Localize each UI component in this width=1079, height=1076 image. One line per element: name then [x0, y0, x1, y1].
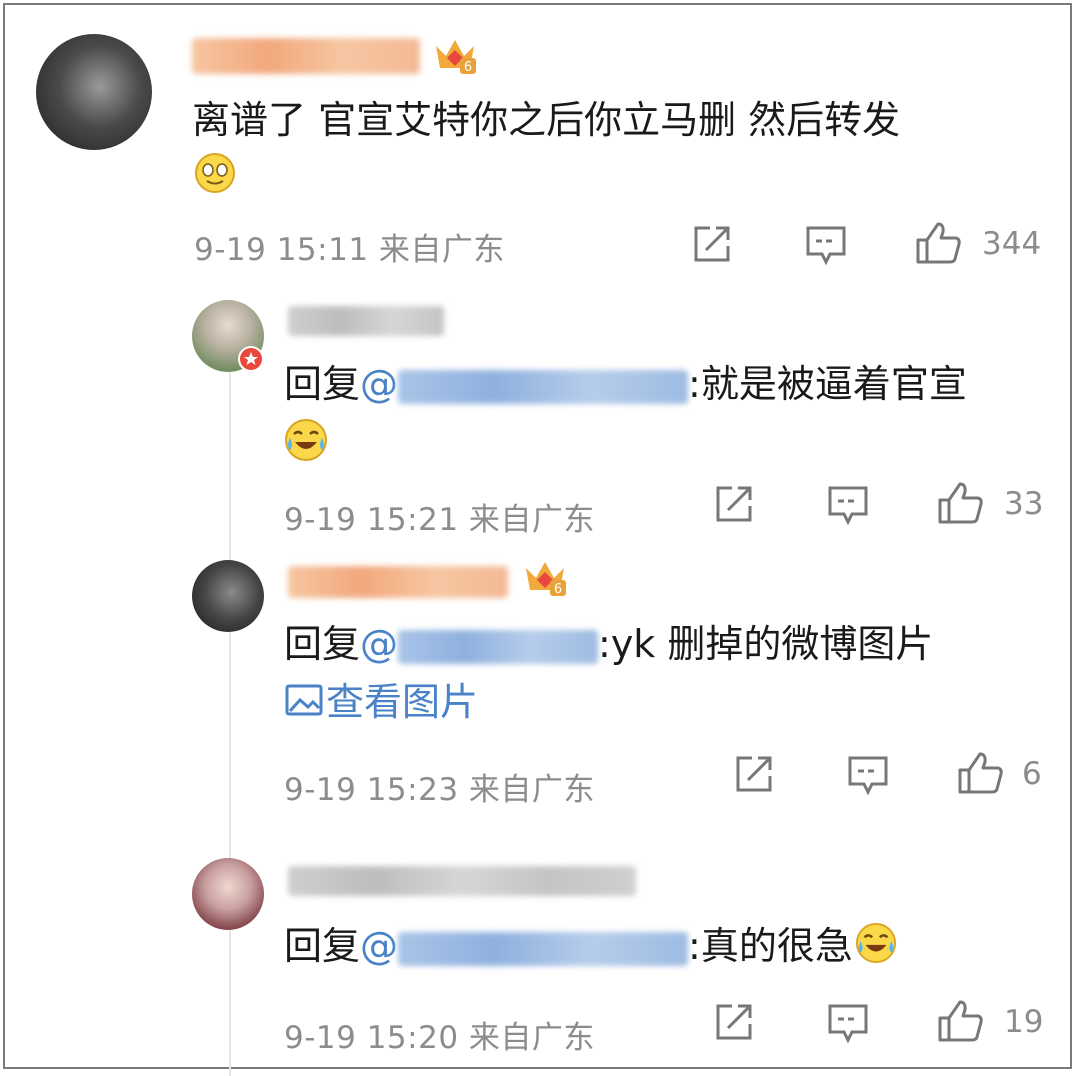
comment-meta: 9-19 15:21 来自广东	[284, 494, 595, 539]
like-count: 344	[982, 226, 1042, 262]
like-icon[interactable]	[936, 480, 984, 526]
timestamp: 9-19 15:20	[284, 1020, 459, 1056]
comment-icon[interactable]	[846, 754, 890, 796]
username-blurred[interactable]	[288, 306, 444, 336]
like-count: 19	[1004, 1004, 1044, 1040]
laugh-cry-emoji-icon	[855, 922, 897, 975]
mention-username-blurred[interactable]	[398, 629, 599, 664]
username-blurred[interactable]	[288, 566, 508, 598]
reply-text: 回复@:真的很急	[284, 922, 897, 975]
reply-text: 回复@:yk 删掉的微博图片	[284, 622, 934, 666]
username-blurred[interactable]	[288, 866, 636, 896]
svg-text:6: 6	[554, 582, 562, 597]
like-icon[interactable]	[914, 220, 962, 266]
share-icon[interactable]	[712, 482, 756, 526]
location: 来自广东	[468, 772, 595, 808]
mention-username-blurred[interactable]	[398, 369, 689, 404]
reply-prefix: 回复	[284, 924, 361, 968]
avatar[interactable]	[192, 858, 264, 930]
mention-at[interactable]: @	[360, 924, 398, 968]
avatar[interactable]	[192, 560, 264, 632]
like-count: 33	[1004, 486, 1044, 522]
comment-meta: 9-19 15:11 来自广东	[194, 224, 505, 269]
username-blurred[interactable]	[192, 38, 420, 74]
image-icon	[284, 681, 324, 729]
comment-meta: 9-19 15:20 来自广东	[284, 1012, 595, 1057]
view-image-label[interactable]: 查看图片	[326, 680, 478, 724]
reply-prefix: 回复	[284, 622, 361, 666]
reply-prefix: 回复	[284, 362, 361, 406]
reply-thread-line	[229, 372, 231, 1076]
like-count: 6	[1022, 756, 1042, 792]
comment-text: 离谱了 官宣艾特你之后你立马删 然后转发	[192, 98, 901, 142]
smile-emoji-icon	[194, 152, 236, 194]
like-icon[interactable]	[936, 998, 984, 1044]
view-image-link[interactable]: 查看图片	[284, 678, 478, 729]
verified-badge-icon	[238, 346, 264, 372]
comment-icon[interactable]	[826, 484, 870, 526]
share-icon[interactable]	[690, 222, 734, 266]
laugh-cry-emoji-icon	[284, 418, 328, 462]
svg-text:6: 6	[464, 60, 472, 75]
location: 来自广东	[378, 232, 505, 268]
share-icon[interactable]	[732, 752, 776, 796]
reply-text: 回复@:就是被逼着官宣	[284, 362, 967, 406]
location: 来自广东	[468, 502, 595, 538]
mention-at[interactable]: @	[360, 362, 398, 406]
avatar[interactable]	[36, 34, 152, 150]
crown-badge-icon: 6	[432, 34, 478, 76]
share-icon[interactable]	[712, 1000, 756, 1044]
comment-meta: 9-19 15:23 来自广东	[284, 764, 595, 809]
timestamp: 9-19 15:11	[194, 232, 369, 268]
mention-username-blurred[interactable]	[398, 931, 689, 966]
timestamp: 9-19 15:21	[284, 502, 459, 538]
timestamp: 9-19 15:23	[284, 772, 459, 808]
like-icon[interactable]	[956, 750, 1004, 796]
comment-icon[interactable]	[804, 224, 848, 266]
mention-at[interactable]: @	[360, 622, 398, 666]
crown-badge-icon: 6	[522, 556, 568, 598]
comment-icon[interactable]	[826, 1002, 870, 1044]
location: 来自广东	[468, 1020, 595, 1056]
